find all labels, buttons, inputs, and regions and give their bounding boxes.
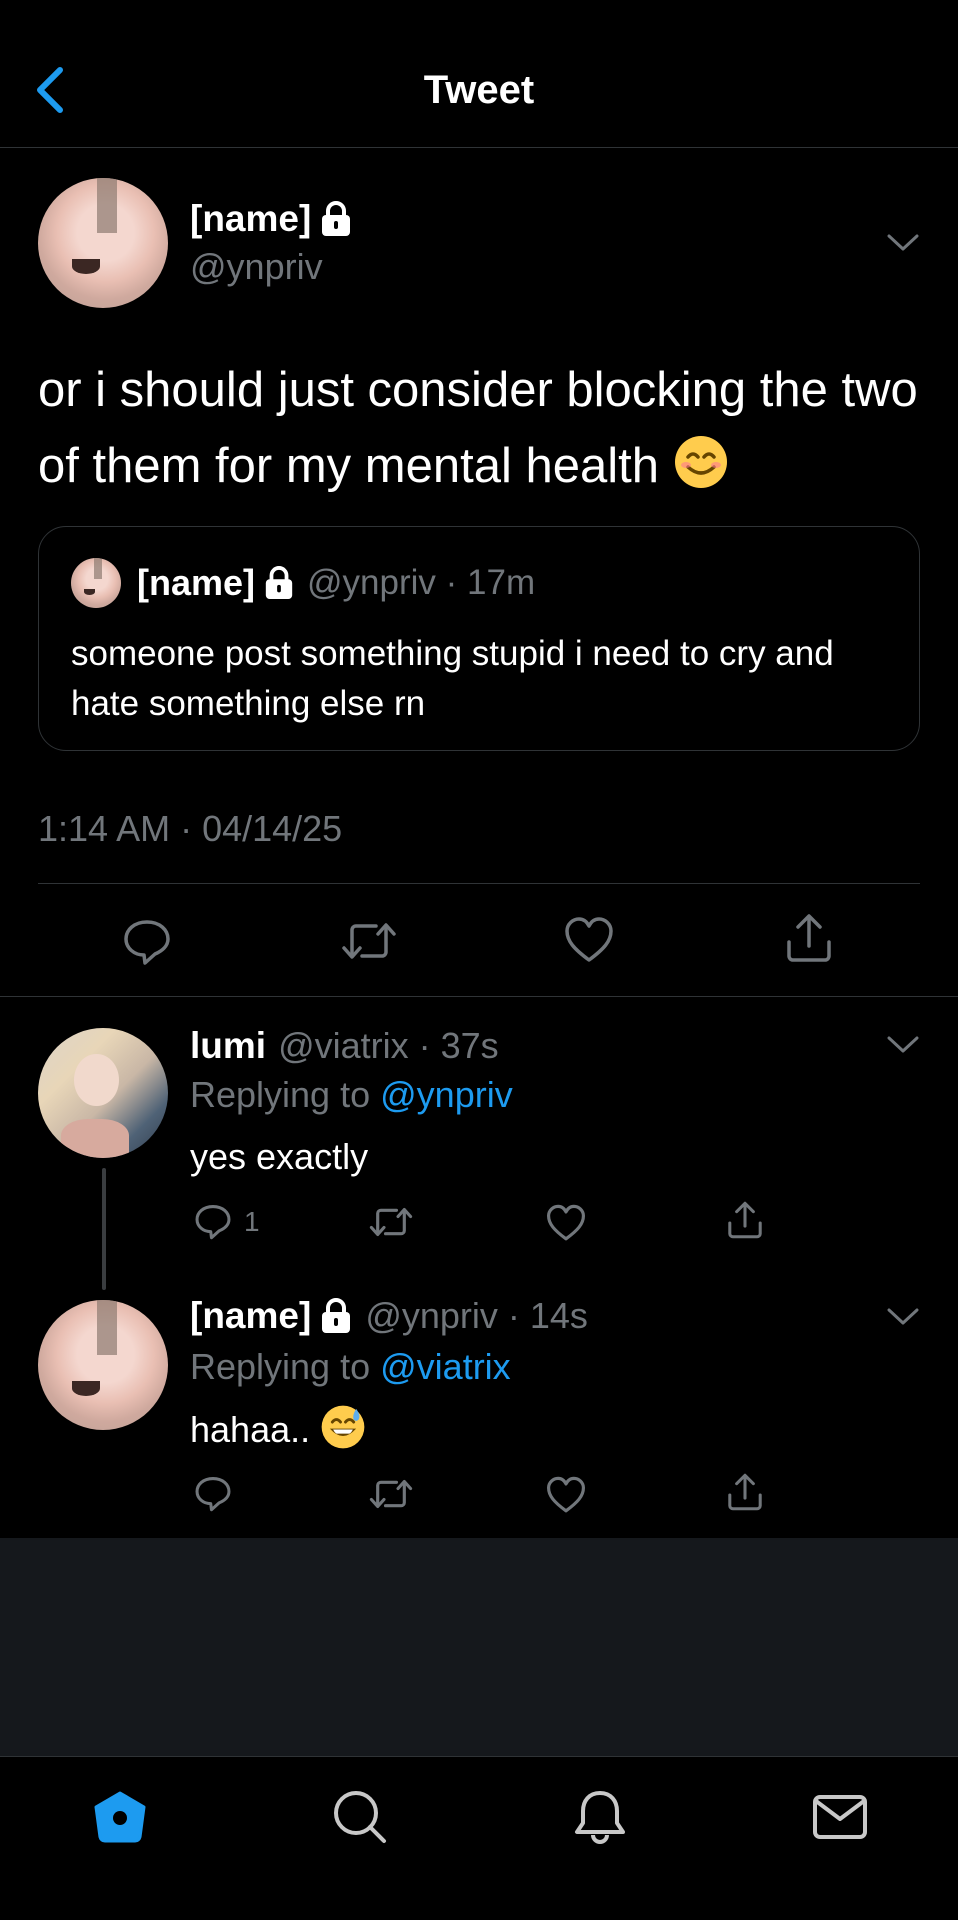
quoted-handle-time: @ynpriv · 17m	[307, 563, 536, 602]
tweet-text: or i should just consider blocking the t…	[38, 352, 918, 504]
reply-handle-time: @ynpriv · 14s	[365, 1295, 588, 1336]
reply-handle-time: @viatrix · 37s	[278, 1025, 499, 1066]
share-icon[interactable]	[726, 1472, 764, 1512]
share-icon[interactable]	[784, 912, 834, 964]
replying-to: Replying to @viatrix	[190, 1346, 511, 1388]
user-handle[interactable]: @ynpriv	[190, 246, 323, 288]
share-icon[interactable]	[726, 1200, 764, 1240]
display-name[interactable]: [name]	[190, 1295, 311, 1337]
heart-icon[interactable]	[546, 1204, 586, 1242]
chevron-down-icon[interactable]	[886, 1306, 920, 1328]
avatar[interactable]	[38, 1028, 168, 1158]
retweet-icon[interactable]	[368, 1476, 414, 1512]
heart-icon[interactable]	[546, 1476, 586, 1514]
quoted-text: someone post something stupid i need to …	[71, 634, 834, 723]
reply-author-row: lumi @viatrix · 37s	[190, 1022, 499, 1070]
divider	[0, 996, 958, 997]
avatar	[71, 558, 121, 608]
page-title: Tweet	[423, 68, 535, 112]
tweet-text-body: or i should just consider blocking the t…	[38, 363, 918, 493]
reply-icon[interactable]	[194, 1202, 232, 1240]
display-name[interactable]: lumi	[190, 1025, 266, 1067]
home-icon[interactable]	[90, 1787, 150, 1847]
tweet-timestamp: 1:14 AM · 04/14/25	[38, 808, 343, 849]
author-row: [name]	[190, 198, 353, 240]
messages-icon[interactable]	[810, 1787, 870, 1847]
empty-area	[0, 1538, 958, 1756]
avatar[interactable]	[38, 178, 168, 308]
heart-icon[interactable]	[564, 916, 614, 964]
display-name[interactable]: [name]	[190, 198, 311, 240]
quoted-author-row: [name] @ynpriv · 17m	[71, 557, 535, 609]
notifications-icon[interactable]	[570, 1787, 630, 1847]
mention-link[interactable]: @viatrix	[380, 1346, 511, 1387]
chevron-down-icon[interactable]	[886, 232, 920, 254]
replying-to: Replying to @ynpriv	[190, 1074, 513, 1116]
divider	[38, 883, 920, 884]
top-bar: Tweet	[0, 0, 958, 148]
replying-prefix: Replying to	[190, 1074, 371, 1115]
thread-connector	[102, 1168, 106, 1290]
reply-icon[interactable]	[122, 916, 172, 966]
retweet-icon[interactable]	[368, 1204, 414, 1240]
reply-text-body: hahaa..	[190, 1409, 311, 1450]
reply-count: 1	[244, 1206, 260, 1237]
quoted-tweet[interactable]: [name] @ynpriv · 17m someone post someth…	[38, 526, 920, 751]
reply-icon[interactable]	[194, 1474, 232, 1512]
smiling-face-icon	[673, 434, 729, 490]
avatar[interactable]	[38, 1300, 168, 1430]
reply-text: hahaa..	[190, 1404, 366, 1451]
lock-icon	[263, 566, 295, 600]
retweet-icon[interactable]	[340, 918, 398, 964]
bottom-tab-bar	[0, 1756, 958, 1920]
grinning-sweat-face-icon	[320, 1404, 366, 1450]
lock-icon	[319, 1298, 353, 1334]
replying-prefix: Replying to	[190, 1346, 371, 1387]
mention-link[interactable]: @ynpriv	[380, 1074, 513, 1115]
reply-author-row: [name] @ynpriv · 14s	[190, 1292, 588, 1340]
chevron-down-icon[interactable]	[886, 1034, 920, 1056]
display-name: [name]	[137, 562, 256, 603]
reply-text: yes exactly	[190, 1136, 369, 1177]
search-icon[interactable]	[330, 1787, 390, 1847]
lock-icon	[319, 201, 353, 237]
